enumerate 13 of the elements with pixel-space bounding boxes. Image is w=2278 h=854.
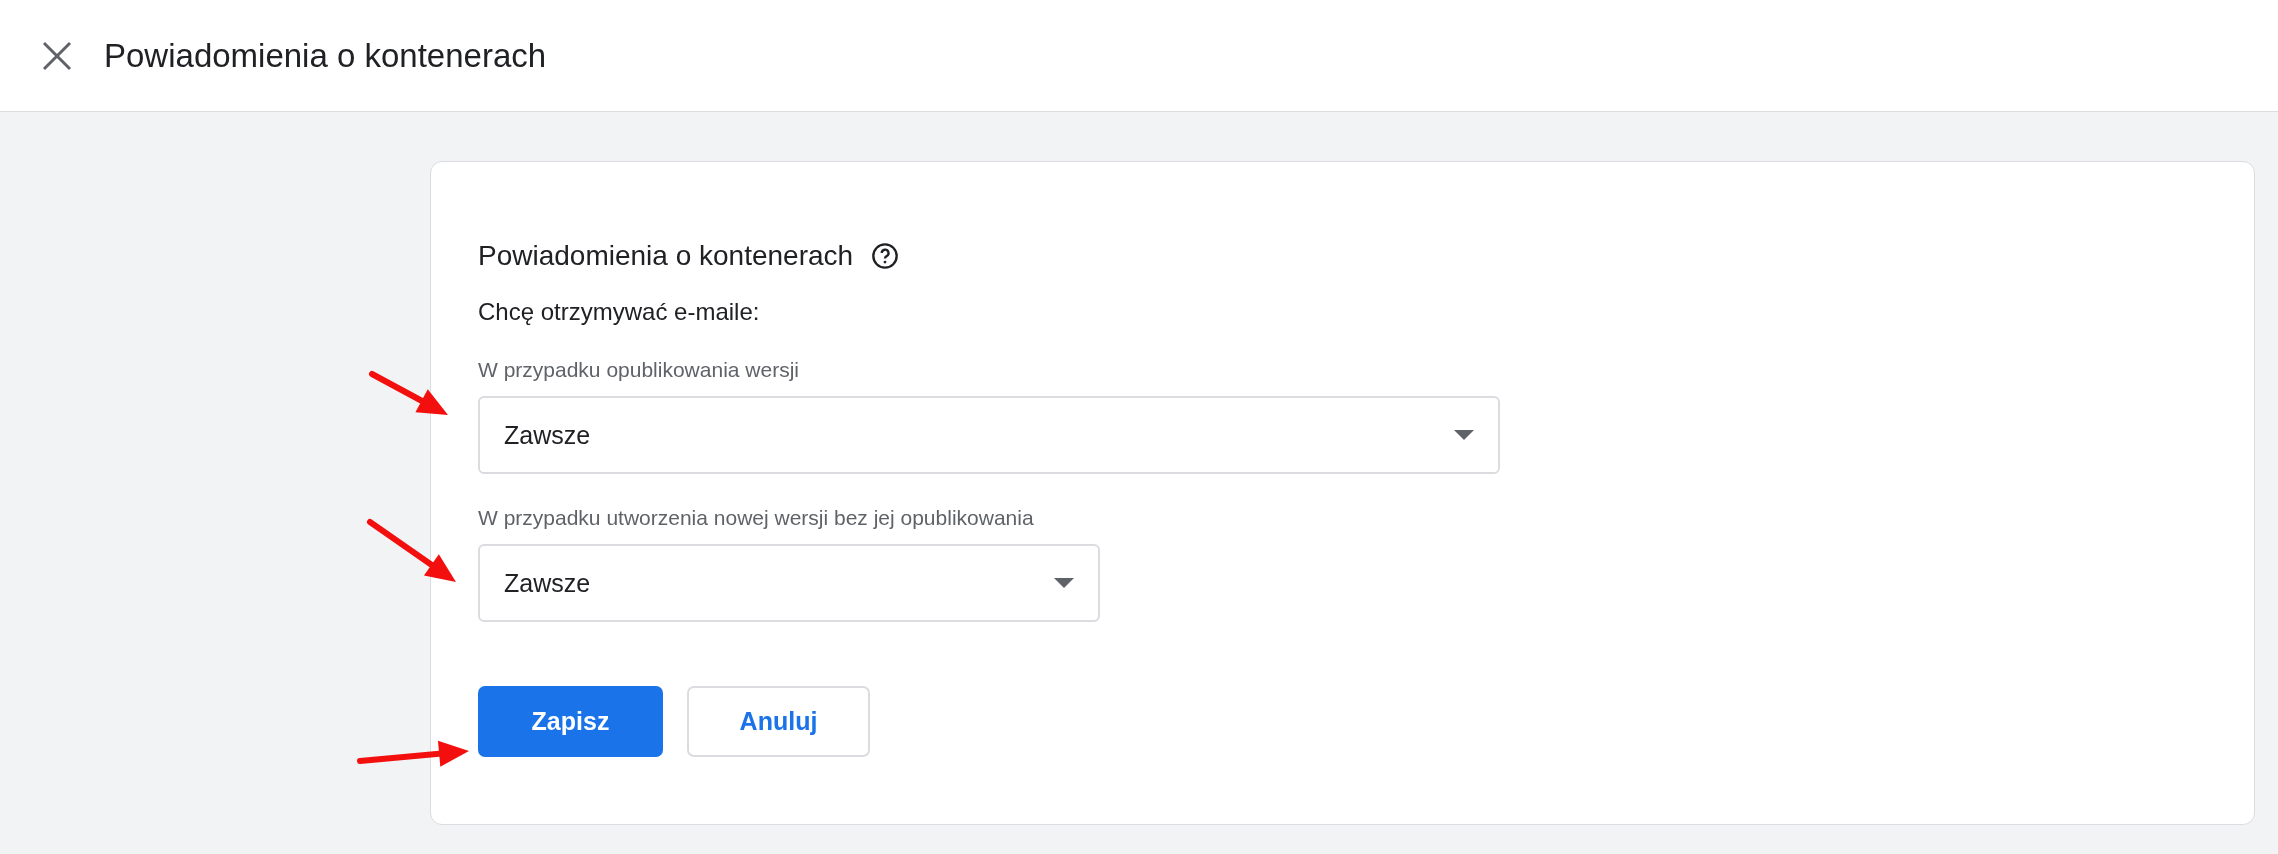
field-label: W przypadku utworzenia nowej wersji bez jej opublikowania xyxy=(478,506,1035,530)
close-icon xyxy=(42,40,72,71)
dropdown-caret-icon xyxy=(1054,578,1074,588)
save-button[interactable]: Zapisz xyxy=(478,686,663,757)
section-title: Powiadomienia o kontenerach xyxy=(478,240,854,272)
dropdown-caret-icon xyxy=(1454,430,1474,440)
page-title: Powiadomienia o kontenerach xyxy=(104,36,547,75)
cancel-button[interactable]: Anuluj xyxy=(687,686,870,757)
help-icon[interactable] xyxy=(871,242,900,270)
dropdown-select[interactable]: Zawsze xyxy=(478,544,1100,622)
field-label: W przypadku opublikowania wersji xyxy=(478,358,800,382)
section-subtitle: Chcę otrzymywać e-maile: xyxy=(478,298,761,326)
dropdown-select[interactable]: Zawsze xyxy=(478,396,1500,474)
